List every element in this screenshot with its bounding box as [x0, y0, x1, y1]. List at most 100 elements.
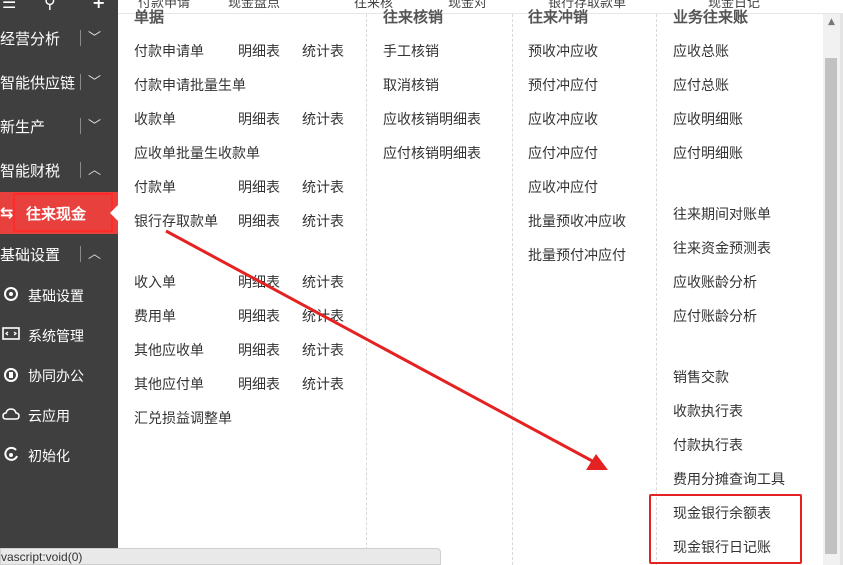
app-root: 付款申请 现金盘点 往来核 现金对 银行存取款单 现金日记 ☰ ⚲ + 经营分析… — [0, 0, 843, 565]
link-receipt[interactable]: 收款单 — [134, 109, 176, 129]
sidebar-group-label: 智能供应链 — [0, 74, 76, 92]
link-ledger-8[interactable]: 应付账龄分析 — [673, 306, 757, 326]
link-payment-request[interactable]: 付款申请单 — [134, 41, 204, 61]
link-ledger-2[interactable]: 应付总账 — [673, 75, 729, 95]
sidebar-item-initialize[interactable]: 初始化 — [0, 436, 118, 476]
chevron-down-icon: ﹀ — [88, 31, 102, 46]
link-ledger-6[interactable]: 往来资金预测表 — [673, 238, 771, 258]
sidebar-group-smart-supply-chain[interactable]: 智能供应链 ﹀ — [0, 60, 118, 104]
sidebar-item-basic-settings[interactable]: 基础设置 — [0, 276, 118, 316]
code-monitor-icon — [2, 327, 20, 340]
link-offset-5[interactable]: 应收冲应付 — [528, 177, 598, 197]
link-offset-4[interactable]: 应付冲应付 — [528, 143, 598, 163]
link-other-payable[interactable]: 其他应付单 — [134, 374, 204, 394]
sidebar-item-cloud-apps[interactable]: 云应用 — [0, 396, 118, 436]
link-ledger-11[interactable]: 付款执行表 — [673, 435, 743, 455]
chevron-down-icon: ﹀ — [88, 75, 102, 90]
link-ledger-5[interactable]: 往来期间对账单 — [673, 204, 771, 224]
link-detail[interactable]: 明细表 — [238, 211, 280, 231]
link-ledger-1[interactable]: 应收总账 — [673, 41, 729, 61]
sidebar: ☰ ⚲ + 经营分析 ﹀ 智能供应链 ﹀ 新生产 ﹀ 智能财税 ︿ ⇆ 往来现金 — [0, 0, 118, 565]
sidebar-group-label: 经营分析 — [0, 30, 61, 48]
cloud-icon — [2, 408, 20, 420]
column-divider — [512, 14, 513, 565]
column-header-reconciliation: 往来核销 — [383, 8, 444, 26]
camera-gear-icon — [4, 287, 18, 301]
link-other-receivable[interactable]: 其他应收单 — [134, 340, 204, 360]
separator — [80, 246, 81, 262]
sidebar-item-current-cash[interactable]: ⇆ 往来现金 — [0, 192, 118, 234]
sidebar-group-smart-finance-tax[interactable]: 智能财税 ︿ — [0, 148, 118, 192]
link-detail[interactable]: 明细表 — [238, 306, 280, 326]
link-cancel-reconcile[interactable]: 取消核销 — [383, 75, 439, 95]
sidebar-item-label: 往来现金 — [26, 205, 87, 223]
link-detail[interactable]: 明细表 — [238, 340, 280, 360]
link-manual-reconcile[interactable]: 手工核销 — [383, 41, 439, 61]
menu-icon[interactable]: ☰ — [2, 0, 16, 12]
link-income[interactable]: 收入单 — [134, 272, 176, 292]
sidebar-group-label: 基础设置 — [0, 246, 61, 264]
link-bank-deposit-withdrawal[interactable]: 银行存取款单 — [134, 211, 218, 231]
link-offset-1[interactable]: 预收冲应收 — [528, 41, 598, 61]
exchange-icon: ⇆ — [0, 203, 14, 222]
link-expense[interactable]: 费用单 — [134, 306, 176, 326]
search-icon[interactable]: ⚲ — [44, 0, 56, 12]
scrollbar-thumb[interactable] — [825, 58, 837, 554]
link-batch-payment-request[interactable]: 付款申请批量生单 — [134, 75, 246, 95]
link-ledger-12[interactable]: 费用分摊查询工具 — [673, 469, 785, 489]
link-detail[interactable]: 明细表 — [238, 109, 280, 129]
sidebar-group-new-production[interactable]: 新生产 ﹀ — [0, 104, 118, 148]
link-detail[interactable]: 明细表 — [238, 374, 280, 394]
link-detail[interactable]: 明细表 — [238, 272, 280, 292]
link-detail[interactable]: 明细表 — [238, 177, 280, 197]
status-bar-url: vascript:void(0) — [0, 548, 441, 565]
sidebar-top-icons: ☰ ⚲ + — [0, 0, 118, 14]
sidebar-group-label: 智能财税 — [0, 162, 61, 180]
link-ledger-3[interactable]: 应收明细账 — [673, 109, 743, 129]
link-ledger-7[interactable]: 应收账龄分析 — [673, 272, 757, 292]
plus-icon[interactable]: + — [92, 0, 105, 12]
column-header-documents: 单据 — [134, 8, 165, 26]
top-tab[interactable]: 现金盘点 — [228, 0, 280, 11]
link-detail[interactable]: 明细表 — [238, 41, 280, 61]
link-stats[interactable]: 统计表 — [302, 177, 344, 197]
link-receivable-batch-receipt[interactable]: 应收单批量生收款单 — [134, 143, 260, 163]
sidebar-group-label: 新生产 — [0, 118, 46, 136]
link-payable-reconcile-detail[interactable]: 应付核销明细表 — [383, 143, 481, 163]
sidebar-item-label: 基础设置 — [28, 289, 84, 305]
link-ledger-9[interactable]: 销售交款 — [673, 367, 729, 387]
refresh-c-icon — [4, 446, 18, 461]
link-stats[interactable]: 统计表 — [302, 306, 344, 326]
sidebar-item-label: 初始化 — [28, 449, 70, 465]
link-stats[interactable]: 统计表 — [302, 272, 344, 292]
separator — [80, 74, 81, 90]
link-ledger-10[interactable]: 收款执行表 — [673, 401, 743, 421]
radio-icon — [4, 368, 18, 382]
link-stats[interactable]: 统计表 — [302, 109, 344, 129]
column-header-offset: 往来冲销 — [528, 8, 589, 26]
link-offset-6[interactable]: 批量预收冲应收 — [528, 211, 626, 231]
sidebar-item-label: 系统管理 — [28, 329, 84, 345]
link-offset-3[interactable]: 应收冲应收 — [528, 109, 598, 129]
separator — [80, 30, 81, 46]
link-offset-7[interactable]: 批量预付冲应付 — [528, 245, 626, 265]
link-payment[interactable]: 付款单 — [134, 177, 176, 197]
sidebar-group-basic-settings[interactable]: 基础设置 ︿ — [0, 232, 118, 276]
sidebar-item-system-management[interactable]: 系统管理 — [0, 316, 118, 356]
link-stats[interactable]: 统计表 — [302, 340, 344, 360]
link-ledger-4[interactable]: 应付明细账 — [673, 143, 743, 163]
top-tab[interactable]: 现金对 — [448, 0, 487, 11]
link-stats[interactable]: 统计表 — [302, 211, 344, 231]
sidebar-item-label: 云应用 — [28, 409, 70, 425]
chevron-up-icon: ︿ — [88, 247, 102, 262]
link-receivable-reconcile-detail[interactable]: 应收核销明细表 — [383, 109, 481, 129]
sidebar-item-label: 协同办公 — [28, 369, 84, 385]
sidebar-item-collaboration[interactable]: 协同办公 — [0, 356, 118, 396]
link-stats[interactable]: 统计表 — [302, 41, 344, 61]
sidebar-group-business-analysis[interactable]: 经营分析 ﹀ — [0, 16, 118, 60]
link-fx-adjustment[interactable]: 汇兑损益调整单 — [134, 408, 232, 428]
link-offset-2[interactable]: 预付冲应付 — [528, 75, 598, 95]
scroll-up-arrow-icon[interactable]: ▲ — [823, 14, 840, 31]
link-stats[interactable]: 统计表 — [302, 374, 344, 394]
menu-panel: 单据 往来核销 往来冲销 业务往来账 付款申请单 明细表 统计表 付款申请批量生… — [118, 8, 823, 565]
